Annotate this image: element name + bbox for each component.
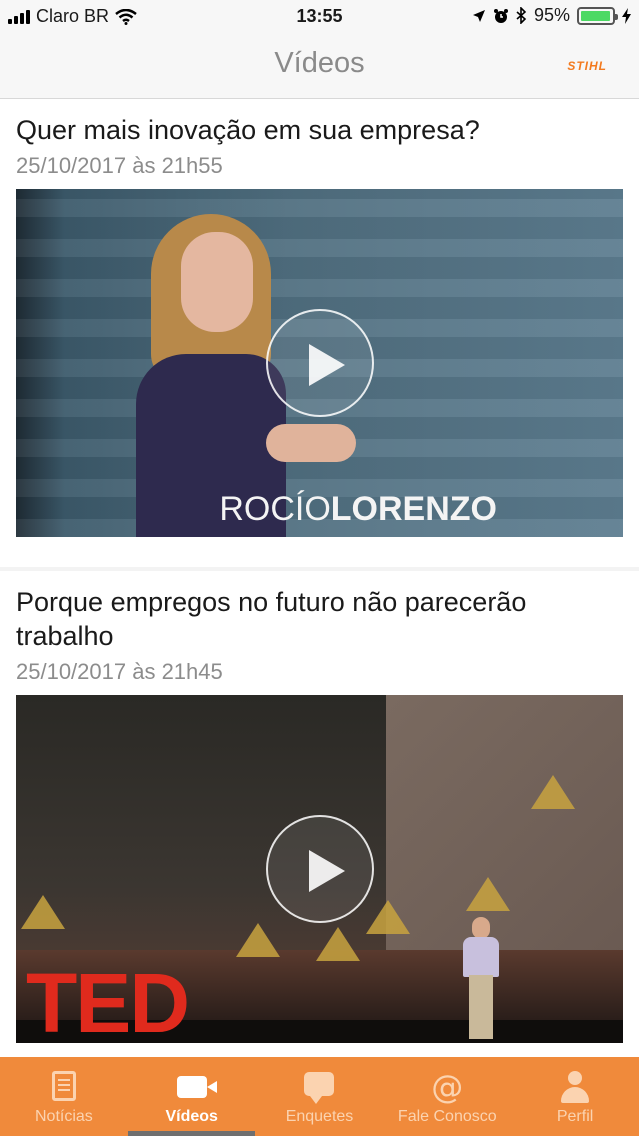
pendant-lamp [366,900,410,934]
video-thumbnail[interactable]: ROCÍOLORENZO [16,189,623,537]
pendant-lamp [531,775,575,809]
at-sign-icon: @ [431,1068,464,1106]
play-button[interactable] [266,815,374,923]
user-icon [560,1071,590,1110]
tab-label: Enquetes [285,1108,354,1125]
caption-first-name: ROCÍO [219,490,331,528]
pendant-lamp [236,923,280,957]
location-icon [472,9,485,22]
tab-videos[interactable]: Vídeos [128,1057,256,1136]
video-feed[interactable]: Quer mais inovação em sua empresa? 25/10… [0,99,639,1057]
ted-stage-letters: TED [26,956,190,1043]
tab-noticias[interactable]: Notícias [0,1057,128,1136]
presenter-figure [461,917,501,1043]
brand-logo: STIHL [567,59,607,73]
video-caption: ROCÍOLORENZO [219,490,497,529]
pendant-lamp [21,895,65,929]
video-title[interactable]: Quer mais inovação em sua empresa? [16,113,623,147]
tab-label: Vídeos [165,1108,218,1125]
video-card[interactable]: Porque empregos no futuro não parecerão … [0,571,639,1057]
news-icon [51,1071,76,1108]
video-title[interactable]: Porque empregos no futuro não parecerão … [16,585,623,653]
active-tab-indicator [128,1131,255,1136]
tab-label: Perfil [556,1108,594,1125]
tab-enquetes[interactable]: Enquetes [256,1057,384,1136]
charging-icon [622,7,631,24]
video-date: 25/10/2017 às 21h55 [16,153,223,178]
tab-bar: Notícias Vídeos Enquetes @ Fale Conosco … [0,1057,639,1136]
tab-label: Fale Conosco [397,1108,497,1125]
video-camera-icon [176,1071,217,1105]
battery-percent: 95% [533,5,570,25]
tab-fale-conosco[interactable]: @ Fale Conosco [383,1057,511,1136]
video-card[interactable]: Quer mais inovação em sua empresa? 25/10… [0,99,639,567]
bluetooth-icon [516,7,527,24]
chat-bubble-icon [304,1071,335,1104]
pendant-lamp [316,927,360,961]
battery-icon [577,6,618,25]
alarm-icon [493,8,508,23]
pendant-lamp [466,877,510,911]
navigation-bar: Vídeos STIHL [0,33,639,99]
play-button[interactable] [266,309,374,417]
status-right: 95% [472,5,631,26]
tab-perfil[interactable]: Perfil [511,1057,639,1136]
video-date: 25/10/2017 às 21h45 [16,659,223,684]
status-bar: Claro BR 13:55 95% [0,0,639,33]
caption-last-name: LORENZO [330,490,497,528]
tab-label: Notícias [35,1108,93,1125]
page-title: Vídeos [274,47,365,79]
video-thumbnail[interactable]: TED [16,695,623,1043]
